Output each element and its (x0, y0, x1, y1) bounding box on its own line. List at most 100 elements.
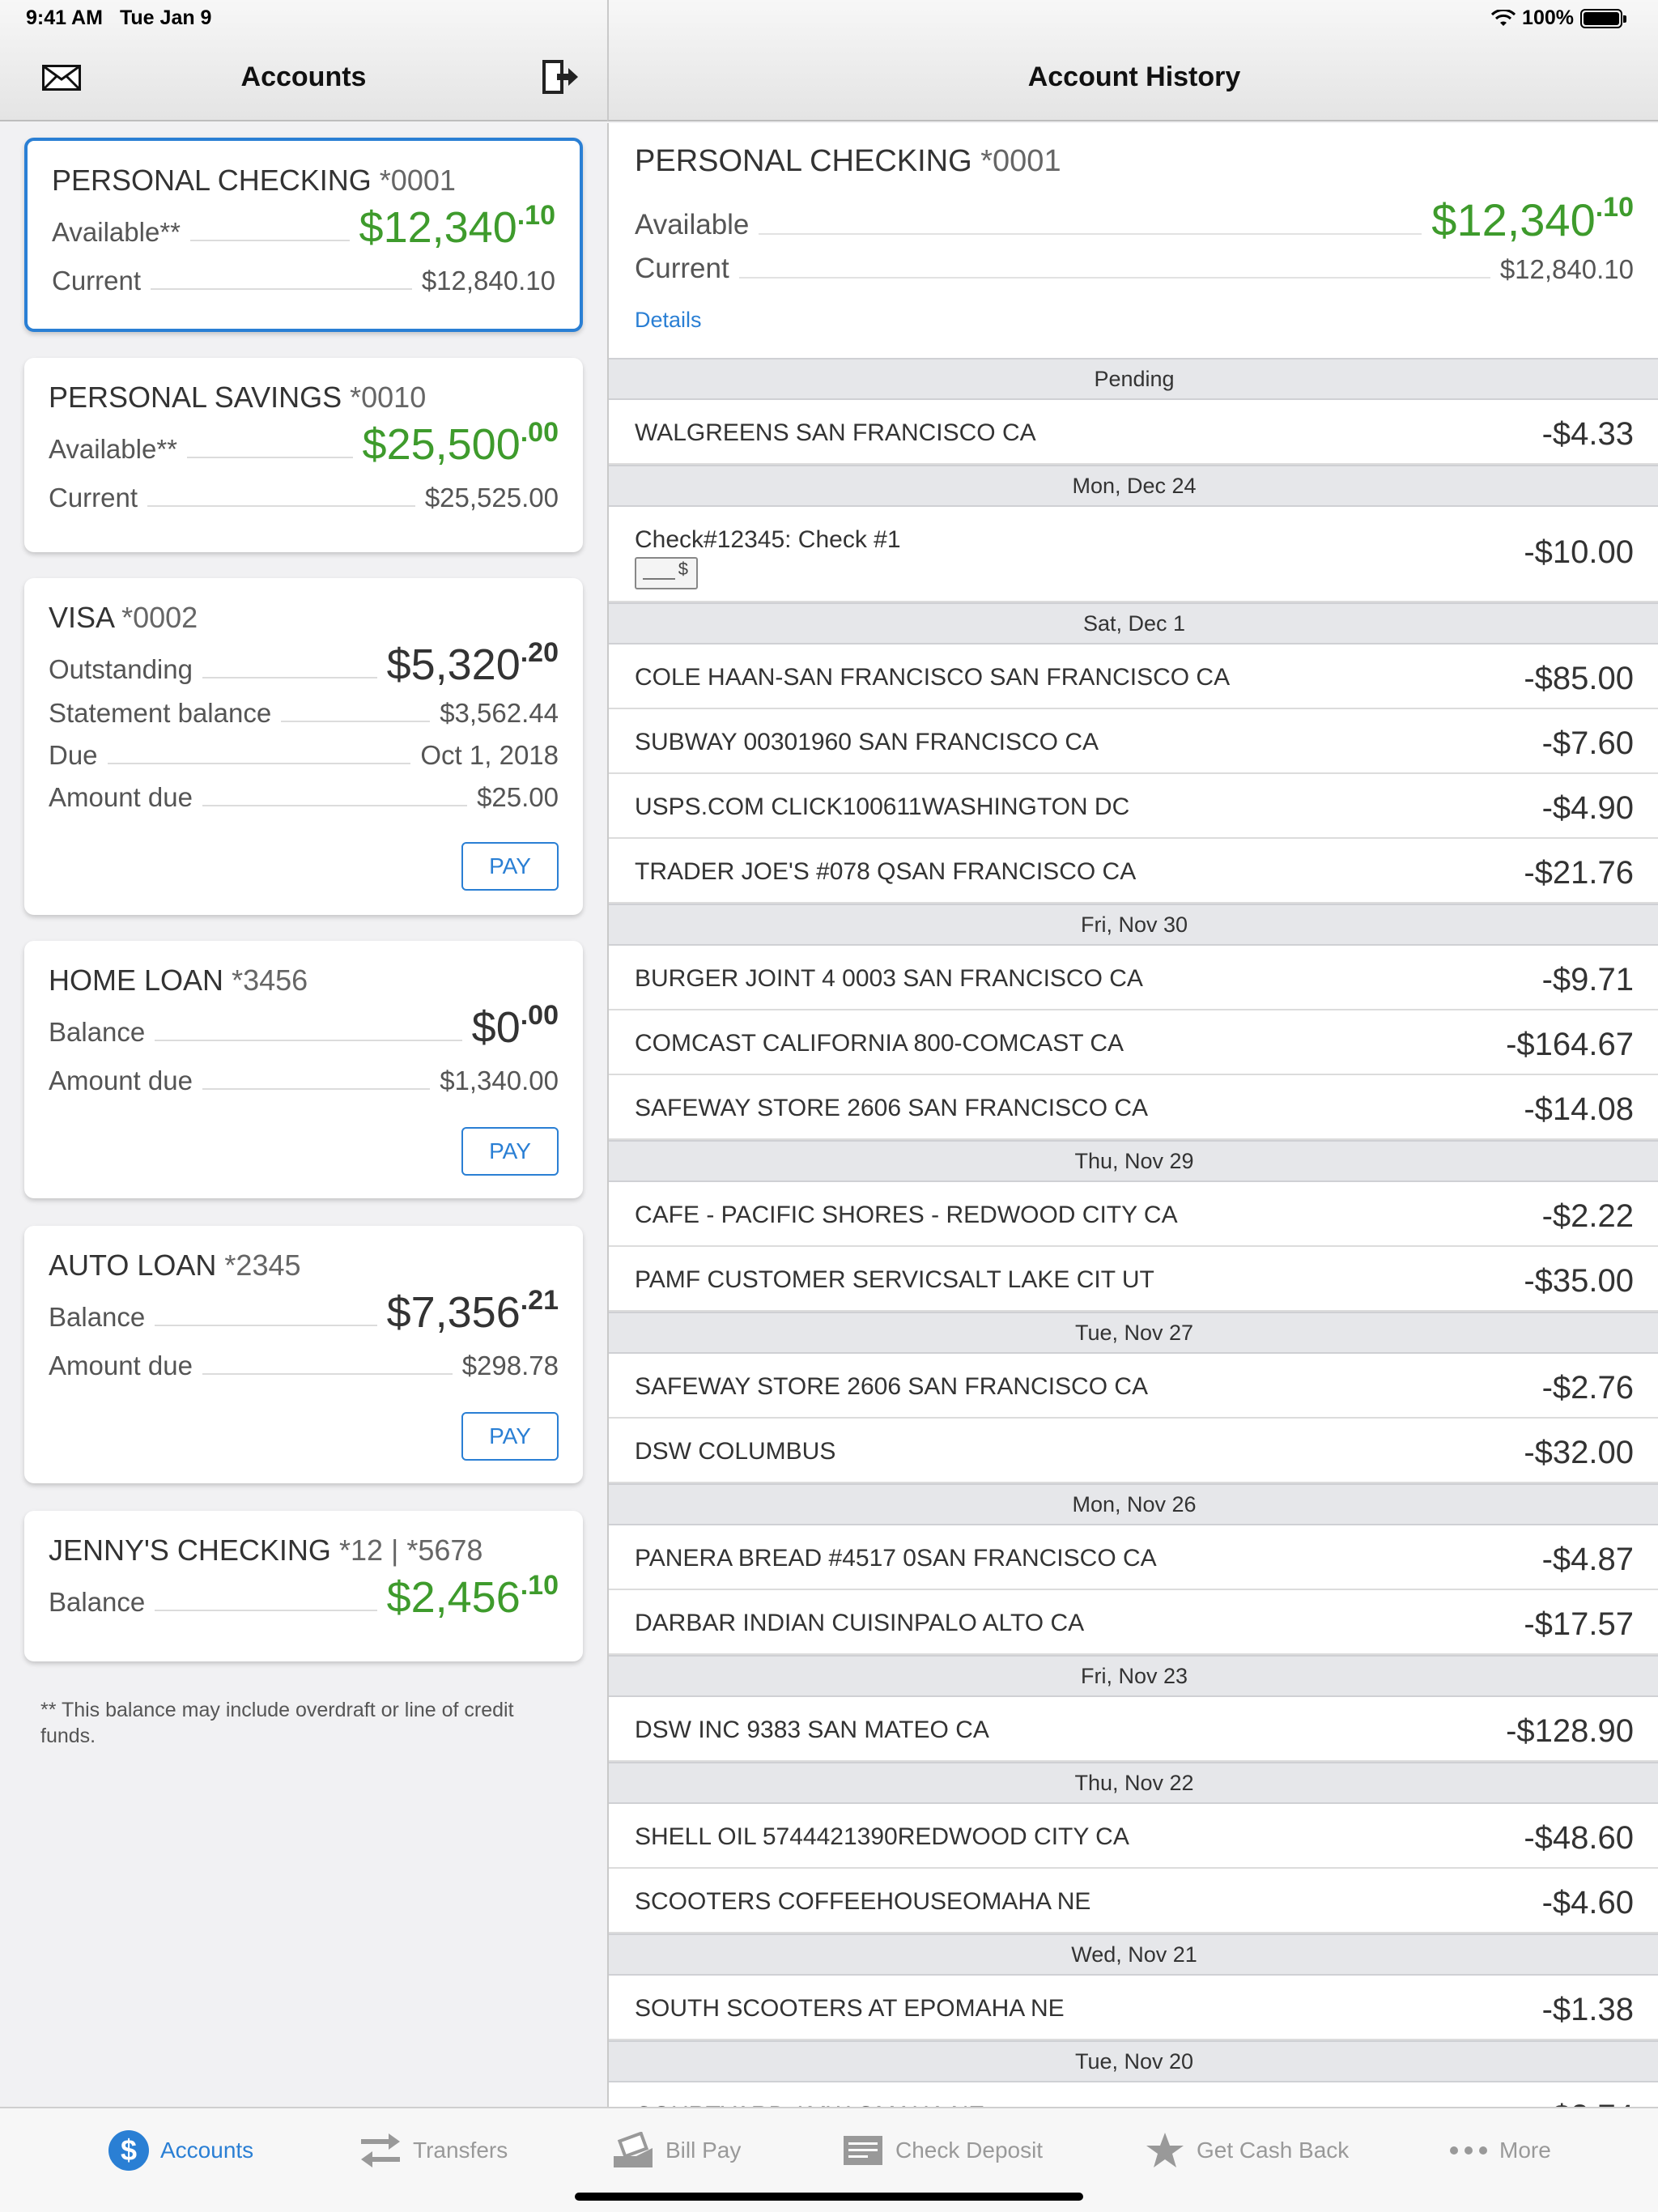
history-account-name: PERSONAL CHECKING (635, 144, 972, 178)
transaction-description: SCOOTERS COFFEEHOUSEOMAHA NE (635, 1888, 1091, 1915)
date-section-header: Mon, Dec 24 (609, 465, 1658, 507)
statement-balance-label: Statement balance (49, 698, 272, 728)
check-dollar-sign: $ (678, 559, 688, 579)
account-card-personal-savings[interactable]: PERSONAL SAVINGS *0010 Available** $25,5… (24, 358, 583, 552)
history-available-label: Available (635, 209, 750, 240)
app-root: 9:41 AM Tue Jan 9 100% Accounts Account … (0, 0, 1658, 2212)
transaction-row[interactable]: WALGREENS SAN FRANCISCO CA -$4.33 (609, 400, 1658, 465)
bill-pay-icon (614, 2132, 653, 2167)
wifi-icon (1491, 9, 1516, 26)
account-title: PERSONAL SAVINGS *0010 (49, 381, 426, 415)
statement-balance-row: Statement balance $3,562.44 (49, 691, 559, 730)
transaction-amount: -$4.87 (1541, 1542, 1634, 1577)
transaction-description: TRADER JOE'S #078 QSAN FRANCISCO CA (635, 858, 1137, 885)
more-dots-icon (1450, 2146, 1487, 2155)
balance-value: $2,456.10 (386, 1570, 559, 1622)
tab-accounts[interactable]: $ Accounts (108, 2126, 253, 2175)
amount-due-label: Amount due (49, 1066, 193, 1095)
transaction-row[interactable]: CAFE - PACIFIC SHORES - REDWOOD CITY CA -… (609, 1182, 1658, 1247)
amount-due-value: $298.78 (461, 1351, 559, 1380)
transaction-row[interactable]: Check#12345: Check #1 -$10.00 $ (609, 507, 1658, 602)
due-label: Due (49, 740, 98, 770)
transaction-row[interactable]: TRADER JOE'S #078 QSAN FRANCISCO CA -$21.… (609, 839, 1658, 904)
due-row: Due Oct 1, 2018 (49, 734, 559, 772)
transfer-arrows-icon (361, 2133, 400, 2167)
transaction-description: WALGREENS SAN FRANCISCO CA (635, 419, 1036, 446)
tab-label: Bill Pay (665, 2138, 742, 2163)
transaction-row[interactable]: DSW COLUMBUS -$32.00 (609, 1419, 1658, 1483)
account-card-personal-checking[interactable]: PERSONAL CHECKING *0001 Available** $12,… (24, 138, 583, 332)
account-title: HOME LOAN *3456 (49, 963, 308, 998)
pay-button[interactable]: PAY (461, 1412, 559, 1461)
account-card-visa[interactable]: VISA *0002 Outstanding $5,320.20 Stateme… (24, 578, 583, 915)
current-balance: $12,840.10 (421, 266, 555, 296)
transaction-row[interactable]: PANERA BREAD #4517 0SAN FRANCISCO CA -$4.… (609, 1525, 1658, 1590)
transaction-row[interactable]: PAMF CUSTOMER SERVICSALT LAKE CIT UT -$35… (609, 1247, 1658, 1312)
transaction-row[interactable]: SCOOTERS COFFEEHOUSEOMAHA NE -$4.60 (609, 1869, 1658, 1933)
balance-label: Balance (49, 1017, 146, 1047)
account-number: *0010 (350, 381, 427, 414)
transaction-row[interactable]: SOUTH SCOOTERS AT EPOMAHA NE -$1.38 (609, 1976, 1658, 2040)
pay-button[interactable]: PAY (461, 1127, 559, 1176)
transaction-row[interactable]: SUBWAY 00301960 SAN FRANCISCO CA -$7.60 (609, 709, 1658, 774)
transaction-row[interactable]: SAFEWAY STORE 2606 SAN FRANCISCO CA -$2.7… (609, 1354, 1658, 1419)
tab-check-deposit[interactable]: Check Deposit (842, 2126, 1043, 2175)
transaction-row[interactable]: DSW INC 9383 SAN MATEO CA -$128.90 (609, 1697, 1658, 1762)
transaction-amount: -$2.74 (1542, 2099, 1634, 2107)
transaction-amount: -$21.76 (1524, 855, 1634, 891)
tab-bar: $ Accounts Transfers Bill Pay Check Depo… (0, 2107, 1658, 2212)
history-current-balance: $12,840.10 (1499, 254, 1634, 284)
balance-value: $7,356.21 (386, 1285, 559, 1337)
account-card-auto-loan[interactable]: AUTO LOAN *2345 Balance $7,356.21 Amount… (24, 1226, 583, 1483)
dollar-icon: $ (108, 2130, 149, 2171)
logout-icon[interactable] (539, 57, 580, 97)
transaction-row[interactable]: BURGER JOINT 4 0003 SAN FRANCISCO CA -$9.… (609, 946, 1658, 1010)
transaction-description: USPS.COM CLICK100611WASHINGTON DC (635, 793, 1130, 820)
transaction-row[interactable]: SHELL OIL 5744421390REDWOOD CITY CA -$48.… (609, 1804, 1658, 1869)
account-card-home-loan[interactable]: HOME LOAN *3456 Balance $0.00 Amount due… (24, 941, 583, 1198)
available-balance: $25,500.00 (362, 417, 559, 469)
account-history-pane: PERSONAL CHECKING *0001 Available $12,34… (607, 123, 1658, 2107)
date-section-header: Fri, Nov 30 (609, 904, 1658, 946)
tab-bill-pay[interactable]: Bill Pay (612, 2126, 741, 2175)
tab-transfers[interactable]: Transfers (359, 2126, 508, 2175)
tab-more[interactable]: More (1449, 2126, 1551, 2175)
tab-label: Accounts (160, 2138, 254, 2163)
history-title: Account History (1027, 62, 1241, 92)
date-section-header: Sat, Dec 1 (609, 602, 1658, 644)
transaction-amount: -$1.38 (1541, 1992, 1634, 2027)
available-label: Available** (49, 434, 178, 464)
transaction-description: PAMF CUSTOMER SERVICSALT LAKE CIT UT (635, 1266, 1154, 1293)
transaction-row[interactable]: USPS.COM CLICK100611WASHINGTON DC -$4.90 (609, 774, 1658, 839)
account-name: PERSONAL CHECKING (52, 164, 372, 197)
transaction-description: SAFEWAY STORE 2606 SAN FRANCISCO CA (635, 1373, 1149, 1400)
transaction-row[interactable]: SAFEWAY STORE 2606 SAN FRANCISCO CA -$14.… (609, 1075, 1658, 1140)
statement-balance-value: $3,562.44 (440, 698, 559, 728)
amount-due-row: Amount due $25.00 (49, 776, 559, 815)
account-name: AUTO LOAN (49, 1249, 217, 1282)
amount-due-row: Amount due $1,340.00 (49, 1059, 559, 1098)
transaction-description: DARBAR INDIAN CUISINPALO ALTO CA (635, 1610, 1085, 1636)
check-image-icon[interactable]: $ (635, 557, 698, 589)
tab-get-cash-back[interactable]: Get Cash Back (1145, 2126, 1349, 2175)
account-title: AUTO LOAN *2345 (49, 1249, 301, 1283)
available-balance: $12,340.10 (359, 200, 555, 252)
history-account-number: *0001 (980, 144, 1061, 178)
transaction-amount: -$10.00 (1524, 534, 1634, 570)
transaction-amount: -$7.60 (1541, 725, 1634, 761)
transaction-amount: -$32.00 (1524, 1435, 1634, 1470)
transaction-row[interactable]: COMCAST CALIFORNIA 800-COMCAST CA -$164.6… (609, 1010, 1658, 1075)
transaction-amount: -$2.76 (1541, 1370, 1634, 1406)
transaction-amount: -$128.90 (1506, 1713, 1634, 1749)
pay-button[interactable]: PAY (461, 842, 559, 891)
transaction-row[interactable]: DARBAR INDIAN CUISINPALO ALTO CA -$17.57 (609, 1590, 1658, 1655)
tab-label: Get Cash Back (1197, 2138, 1350, 2163)
transaction-description: PANERA BREAD #4517 0SAN FRANCISCO CA (635, 1545, 1157, 1572)
tab-label: Transfers (413, 2138, 508, 2163)
details-link[interactable]: Details (635, 308, 702, 333)
account-card-jennys-checking[interactable]: JENNY'S CHECKING *12 | *5678 Balance $2,… (24, 1511, 583, 1661)
transaction-row[interactable]: COLE HAAN-SAN FRANCISCO SAN FRANCISCO CA… (609, 644, 1658, 709)
transaction-amount: -$48.60 (1524, 1820, 1634, 1856)
date-section-header: Pending (609, 358, 1658, 400)
transaction-row[interactable]: COURTYARD 1MW OMAHA NE-$2.74 (609, 2082, 1658, 2107)
